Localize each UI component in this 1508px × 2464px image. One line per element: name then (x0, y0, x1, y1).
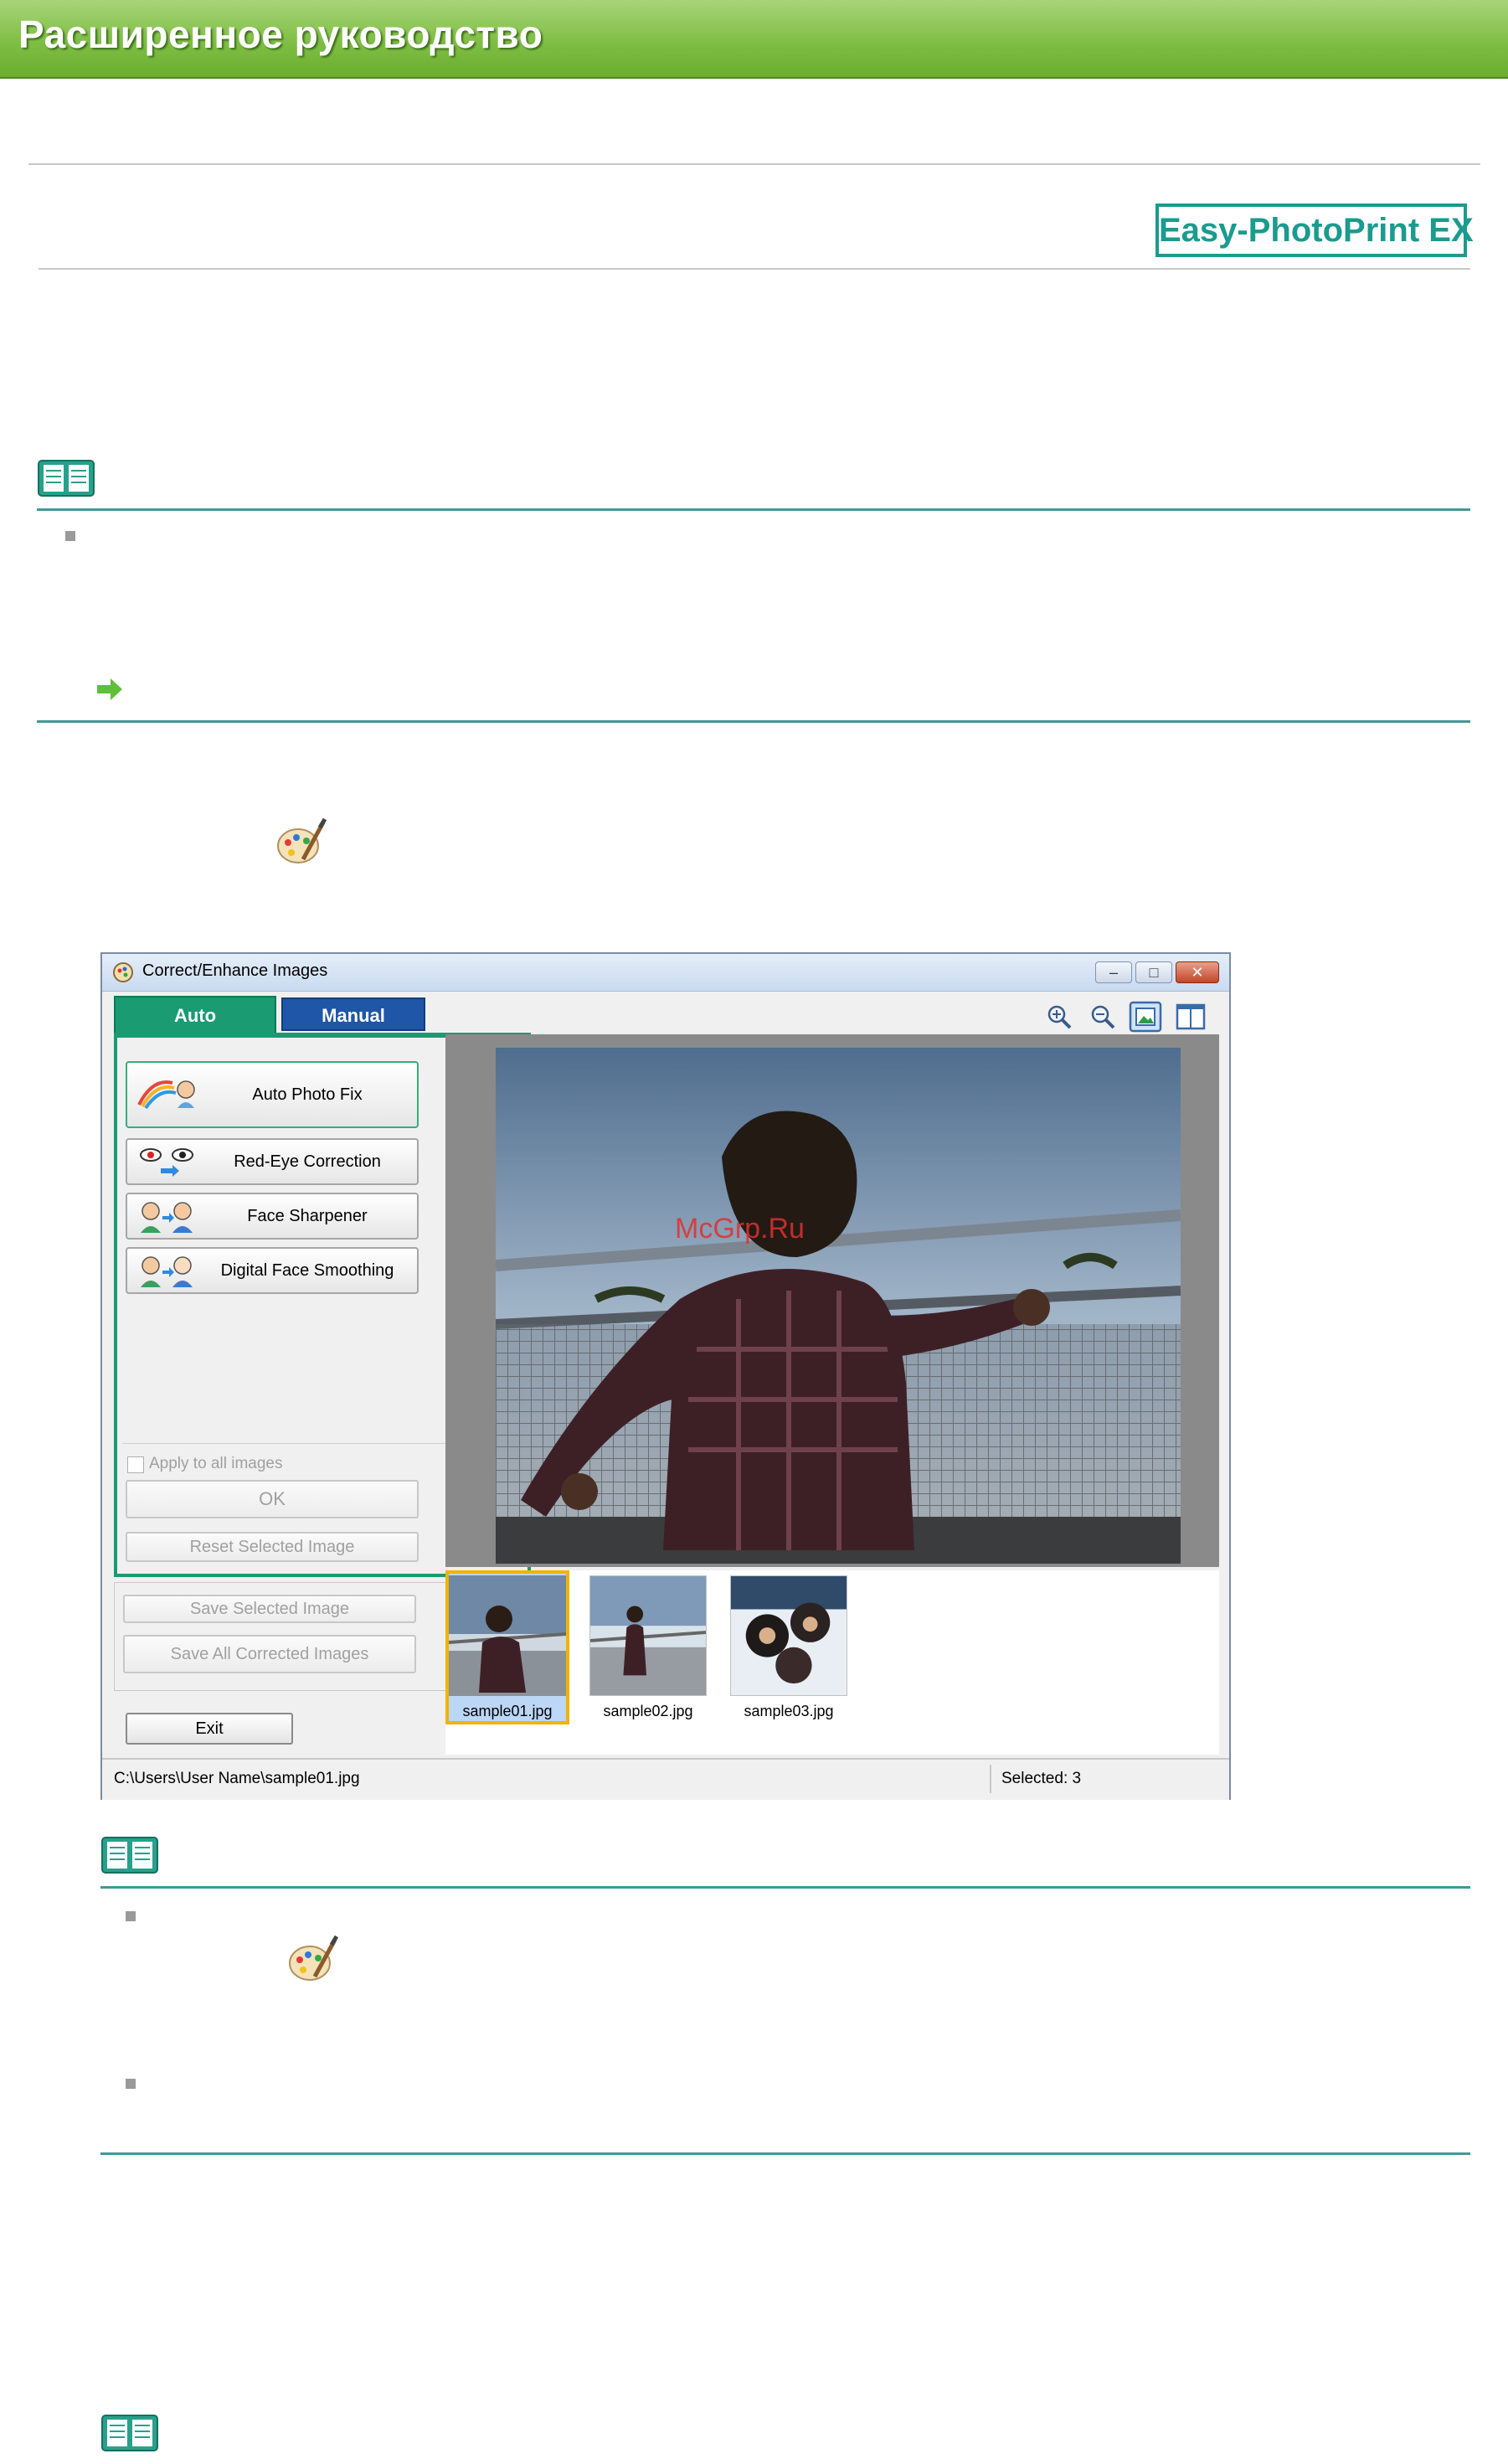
digital-face-smoothing-label: Digital Face Smoothing (220, 1261, 394, 1280)
page-title: Расширенное руководство (18, 13, 543, 56)
maximize-button[interactable]: □ (1135, 961, 1172, 983)
palette-icon (289, 1935, 338, 1981)
apply-all-checkbox[interactable] (127, 1456, 144, 1473)
thumbnail-image[interactable] (589, 1575, 707, 1696)
status-separator (990, 1765, 991, 1793)
preview-photo[interactable] (496, 1048, 1181, 1564)
thumbnail-strip: sample01.jpg sample02.jpg sample03.jpg (445, 1570, 1219, 1755)
window-titlebar[interactable]: Correct/Enhance Images – □ ✕ (102, 954, 1229, 992)
single-view-icon[interactable] (1129, 1001, 1162, 1033)
save-selected-image-button[interactable]: Save Selected Image (123, 1595, 416, 1623)
face-sharpener-button[interactable]: Face Sharpener (126, 1193, 419, 1240)
status-path: C:\Users\User Name\sample01.jpg (114, 1770, 360, 1787)
bullet-icon (126, 1911, 136, 1921)
note-book-icon (101, 1837, 158, 1874)
preview-area[interactable] (445, 1034, 1219, 1567)
watermark: McGrp.Ru (675, 1213, 805, 1245)
note-book-icon (101, 2415, 158, 2451)
auto-photo-fix-button[interactable]: Auto Photo Fix (126, 1061, 419, 1128)
palette-icon (277, 817, 327, 863)
arrow-right-icon[interactable] (95, 677, 124, 702)
zoom-in-icon[interactable] (1043, 1001, 1077, 1033)
face-sharpener-label: Face Sharpener (247, 1207, 368, 1225)
save-all-corrected-images-button[interactable]: Save All Corrected Images (123, 1635, 416, 1673)
divider (28, 163, 1480, 165)
close-button[interactable]: ✕ (1176, 961, 1219, 983)
red-eye-icon (140, 1148, 193, 1177)
reset-selected-image-button[interactable]: Reset Selected Image (126, 1532, 419, 1562)
digital-face-smoothing-icon (141, 1256, 193, 1287)
zoom-out-icon[interactable] (1087, 1001, 1120, 1033)
ok-button[interactable]: OK (126, 1480, 419, 1518)
note-book-icon (38, 460, 95, 497)
note-divider (100, 2152, 1470, 2155)
auto-photo-fix-icon (137, 1080, 195, 1110)
bullet-icon (65, 531, 75, 541)
thumbnail-label: sample03.jpg (744, 1703, 834, 1719)
minimize-button[interactable]: – (1095, 961, 1132, 983)
status-bar: C:\Users\User Name\sample01.jpg Selected… (102, 1758, 1229, 1800)
status-selected-count: Selected: 3 (1001, 1770, 1082, 1787)
auto-photo-fix-label: Auto Photo Fix (252, 1085, 363, 1104)
red-eye-correction-label: Red-Eye Correction (234, 1152, 381, 1171)
bullet-icon (126, 2079, 136, 2089)
note-divider (37, 508, 1470, 511)
apply-all-label: Apply to all images (149, 1455, 283, 1472)
thumbnail-label: sample02.jpg (603, 1703, 693, 1719)
page-header: Расширенное руководство (0, 0, 1508, 79)
thumbnail-image[interactable] (449, 1575, 566, 1696)
window-title: Correct/Enhance Images (142, 961, 328, 980)
correct-enhance-window: Correct/Enhance Images – □ ✕ Auto Manual… (100, 952, 1231, 1800)
divider (39, 268, 1470, 270)
tab-auto[interactable]: Auto (114, 996, 276, 1033)
face-sharpener-icon (141, 1202, 193, 1233)
thumbnail-image[interactable] (730, 1575, 847, 1696)
red-eye-correction-button[interactable]: Red-Eye Correction (126, 1138, 419, 1185)
note-divider (37, 720, 1470, 723)
tab-manual[interactable]: Manual (281, 997, 425, 1031)
digital-face-smoothing-button[interactable]: Digital Face Smoothing (126, 1247, 419, 1294)
compare-view-icon[interactable] (1174, 1001, 1207, 1033)
product-badge: Easy-PhotoPrint EX (1155, 204, 1474, 257)
exit-button[interactable]: Exit (126, 1713, 293, 1745)
note-divider (100, 1886, 1470, 1889)
thumbnail-label: sample01.jpg (462, 1703, 553, 1719)
app-icon (113, 962, 133, 982)
